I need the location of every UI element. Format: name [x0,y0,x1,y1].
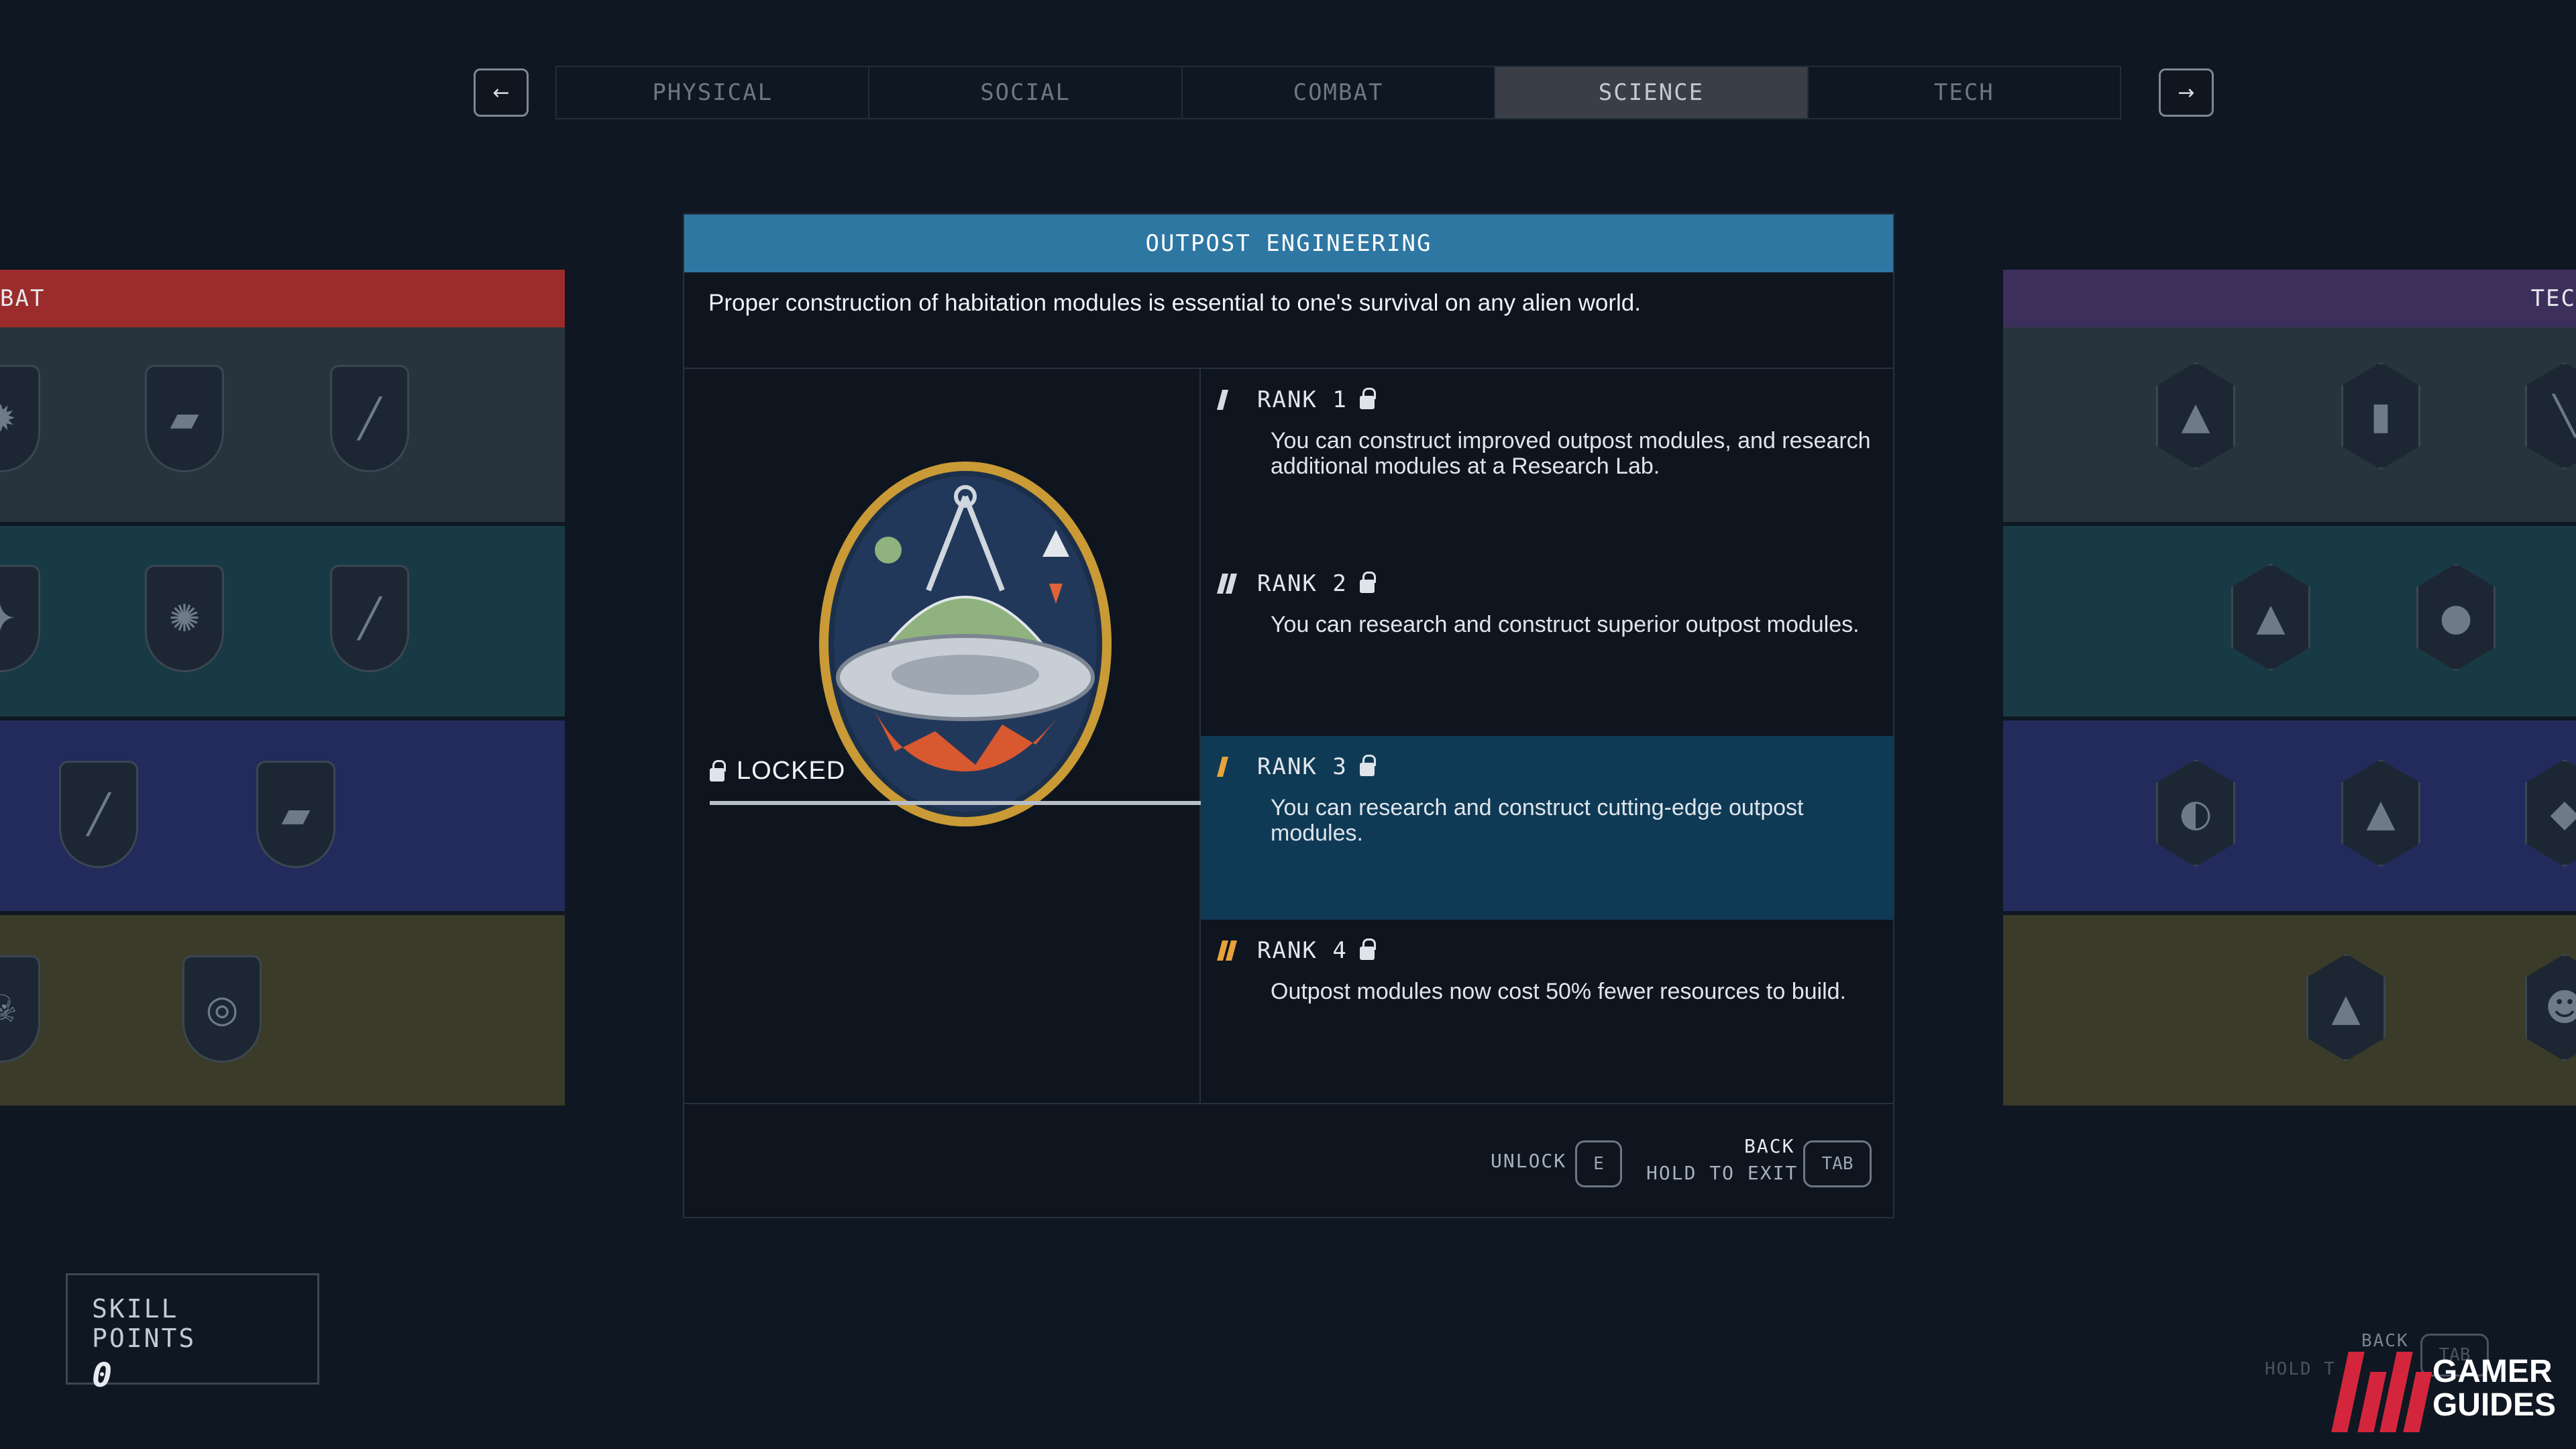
tab-combat[interactable]: COMBAT [1183,67,1496,118]
tech-panel-header: TEC [2003,270,2576,327]
rank-row-selected[interactable]: RANK 3 You can research and construct cu… [1201,736,1893,920]
revolver-icon[interactable]: ▰ [256,761,335,868]
skill-emblem-column: LOCKED [684,369,1218,1103]
skill-body: LOCKED RANK 1 You can construct improved… [684,369,1893,1104]
skill-points-label: SKILL POINTS [92,1294,197,1353]
rank-4-marker-icon [1216,940,1245,961]
tab-tech[interactable]: TECH [1809,67,2120,118]
watermark-text: GAMER GUIDES [2432,1355,2556,1422]
robot-icon[interactable]: ◆ [2525,759,2576,867]
gamer-guides-logo-icon [2331,1345,2432,1432]
gamer-guides-watermark: GAMER GUIDES [2331,1342,2556,1436]
rank-row[interactable]: RANK 1 You can construct improved outpos… [1201,369,1893,553]
ship-icon[interactable]: ▲ [2156,362,2235,470]
sun-icon[interactable]: ✹ [0,365,40,472]
rank-3-marker-icon [1216,757,1245,777]
rank-label: RANK 3 [1257,753,1348,780]
combat-skill-panel: BAT ✹ ▰ ╱ ✦ ✺ ╱ ╱ ▰ ☠ ◎ [0,270,565,1106]
skill-status-text: LOCKED [737,757,846,785]
tech-row-4: ▲ ☻ [2003,911,2576,1106]
lock-icon [1359,755,1376,776]
tool-icon[interactable]: ╲ [2525,362,2576,470]
ship-icon[interactable]: ▲ [2231,564,2310,671]
tab-physical[interactable]: PHYSICAL [557,67,870,118]
watermark-line-1: GAMER [2432,1354,2553,1389]
rocket-icon[interactable]: ● [2416,564,2496,671]
rank-2-marker-icon [1216,573,1245,594]
hold-to-exit-label: HOLD TO EXIT [1646,1162,1799,1184]
ghost-hold-label: HOLD T [2265,1359,2336,1379]
next-category-button[interactable]: → [2159,68,2214,117]
skill-points-value: 0 [92,1356,113,1395]
rank-label: RANK 2 [1257,570,1348,597]
lock-icon [1359,388,1376,409]
rank-label: RANK 4 [1257,936,1348,964]
rifle-icon[interactable]: ╱ [330,365,409,472]
lock-icon [1359,938,1376,960]
back-label: BACK [1744,1135,1795,1157]
previous-category-button[interactable]: ← [474,68,529,117]
rank-description: You can research and construct superior … [1271,611,1860,637]
tab-science[interactable]: SCIENCE [1495,67,1809,118]
skill-description: Proper construction of habitation module… [684,272,1893,369]
skill-detail-dialog: OUTPOST ENGINEERING Proper construction … [683,213,1894,1218]
skill-title: OUTPOST ENGINEERING [684,215,1893,272]
jetpack-icon[interactable]: ▮ [2341,362,2420,470]
rank-row[interactable]: RANK 2 You can research and construct su… [1201,553,1893,737]
rank-description: You can construct improved outpost modul… [1271,428,1871,479]
lock-icon [710,759,726,782]
tab-social[interactable]: SOCIAL [869,67,1183,118]
astronaut-icon[interactable]: ☻ [2525,954,2576,1061]
rank-1-marker-icon [1216,390,1245,410]
ship-icon[interactable]: ▲ [2341,759,2420,867]
skill-progress-bar [710,801,1218,805]
tech-row-1: ▲ ▮ ╲ [2003,327,2576,522]
combat-row-1: ✹ ▰ ╱ [0,327,565,522]
rank-list: RANK 1 You can construct improved outpos… [1201,369,1893,1103]
target-icon[interactable]: ◎ [182,955,262,1063]
skull-icon[interactable]: ☠ [0,955,40,1063]
rank-description: Outpost modules now cost 50% fewer resou… [1271,978,1846,1004]
sniper-icon[interactable]: ╱ [59,761,138,868]
burst-icon[interactable]: ✺ [145,565,224,672]
pistol-icon[interactable]: ▰ [145,365,224,472]
planet-icon[interactable]: ◐ [2156,759,2235,867]
unlock-key-button[interactable]: E [1575,1140,1622,1187]
outpost-engineering-patch-icon [819,462,1112,826]
back-key-button[interactable]: TAB [1803,1140,1872,1187]
rank-description: You can research and construct cutting-e… [1271,795,1804,846]
skill-points-box: SKILL POINTS 0 [66,1273,319,1395]
tech-panel-title: TEC [2530,285,2576,312]
combat-row-2: ✦ ✺ ╱ [0,522,565,716]
rank-label: RANK 1 [1257,386,1348,413]
unlock-label: UNLOCK [1491,1150,1567,1172]
combat-panel-header: BAT [0,270,565,327]
rifle-icon[interactable]: ╱ [330,565,409,672]
star-icon[interactable]: ✦ [0,565,40,672]
tech-row-3: ◐ ▲ ◆ [2003,716,2576,911]
category-tabs: PHYSICAL SOCIAL COMBAT SCIENCE TECH [555,66,2121,119]
watermark-line-2: GUIDES [2432,1387,2556,1423]
tech-skill-panel: TEC ▲ ▮ ╲ ▲ ● ◐ ▲ ◆ ▲ ☻ [2003,270,2576,1106]
dialog-footer: UNLOCK E BACK HOLD TO EXIT TAB [684,1106,1893,1218]
combat-panel-title: BAT [0,285,46,312]
ship-icon[interactable]: ▲ [2306,954,2385,1061]
tech-row-2: ▲ ● [2003,522,2576,716]
skill-status: LOCKED [710,757,845,786]
rank-row[interactable]: RANK 4 Outpost modules now cost 50% fewe… [1201,920,1893,1104]
combat-row-4: ☠ ◎ [0,911,565,1106]
combat-row-3: ╱ ▰ [0,716,565,911]
lock-icon [1359,571,1376,593]
